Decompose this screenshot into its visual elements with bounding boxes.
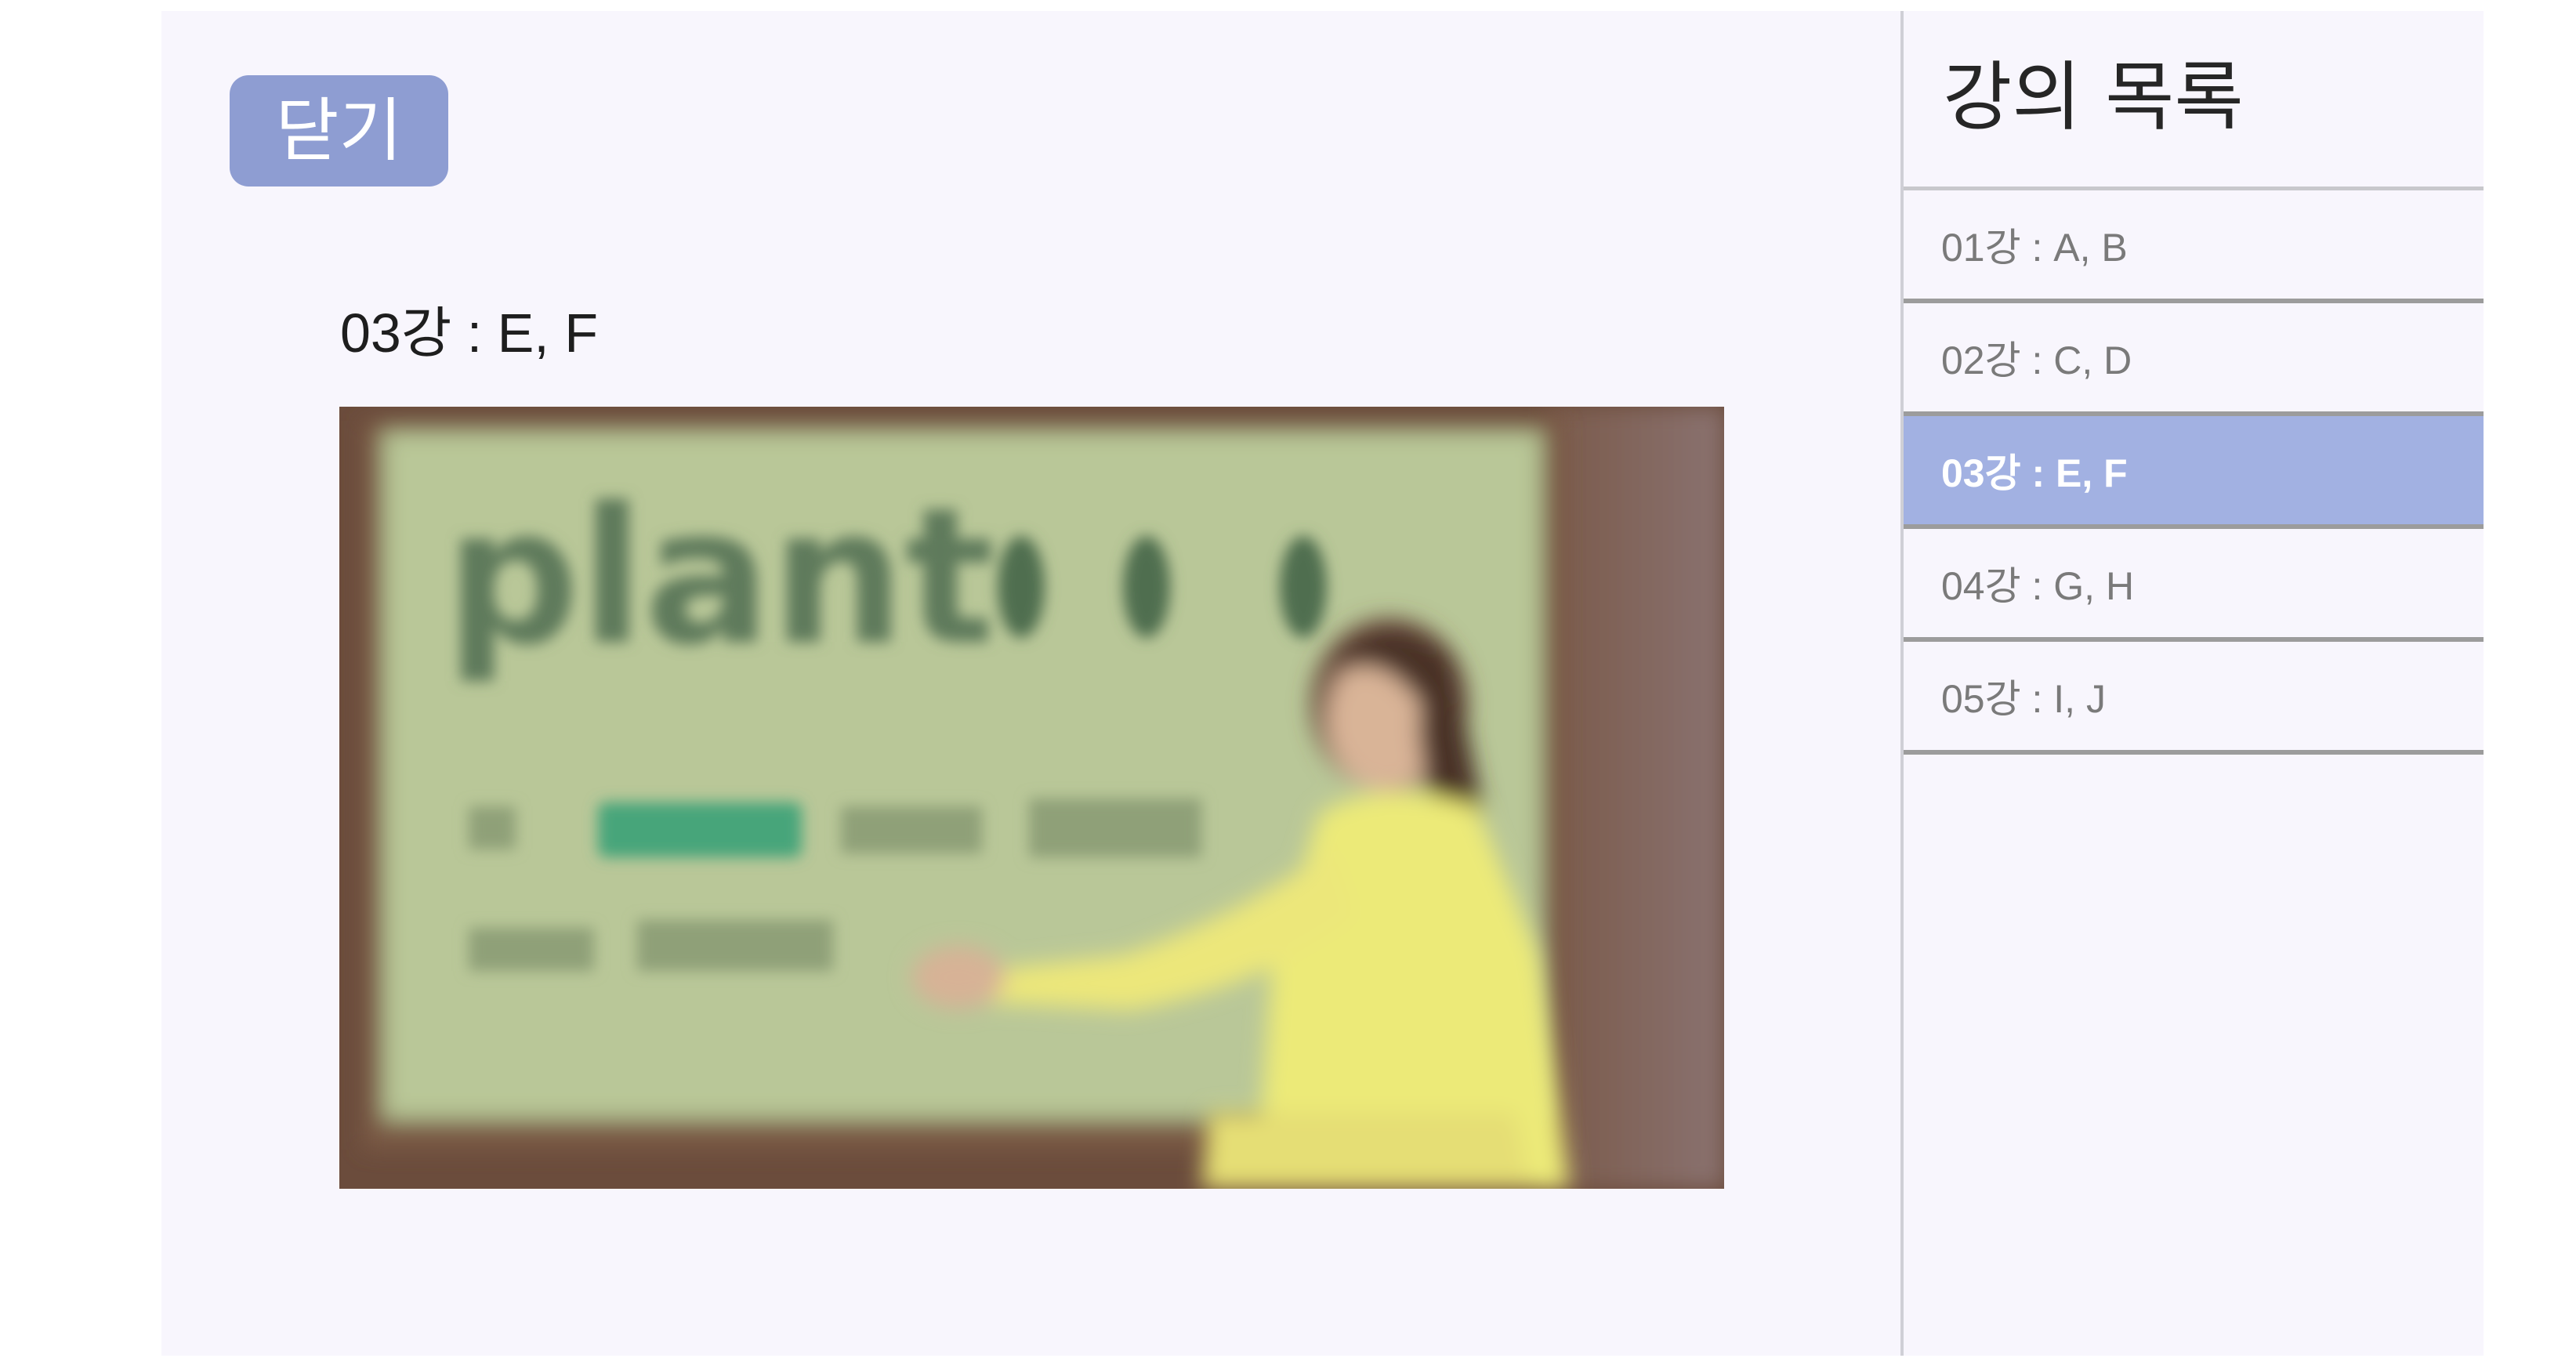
lecture-item-label: 01강 : A, B [1941, 226, 2128, 270]
lecture-list: 01강 : A, B 02강 : C, D 03강 : E, F 04강 : G… [1904, 187, 2484, 755]
lecture-title: 03강 : E, F [340, 302, 598, 364]
lecture-viewer-window: 닫기 03강 : E, F plant 강의 목록 01강: A, B 02강… [161, 11, 2484, 1356]
lecture-item-label: 02강 : C, D [1941, 339, 2132, 382]
lecture-item-04[interactable]: 04강 : G, H [1904, 529, 2484, 642]
lecture-item-label: 03강 : E, F [1941, 451, 2128, 495]
close-button[interactable]: 닫기 [230, 75, 448, 187]
lecture-item-01[interactable]: 01강 : A, B [1904, 190, 2484, 303]
video-player[interactable]: plant [339, 407, 1724, 1189]
lecture-list-panel: 강의 목록 01강 : A, B 02강 : C, D 03강 : E, F 0… [1904, 11, 2484, 1356]
lecture-list-title: 강의 목록 [1943, 53, 2244, 141]
lecture-item-02[interactable]: 02강 : C, D [1904, 303, 2484, 416]
main-panel: 닫기 03강 : E, F plant [161, 11, 1900, 1356]
lecture-item-03[interactable]: 03강 : E, F [1904, 416, 2484, 529]
lecture-item-label: 04강 : G, H [1941, 564, 2135, 608]
lecture-item-label: 05강 : I, J [1941, 677, 2106, 721]
board-word: plant [445, 467, 995, 686]
video-frame: plant [339, 407, 1724, 1189]
lecture-item-05[interactable]: 05강 : I, J [1904, 642, 2484, 755]
